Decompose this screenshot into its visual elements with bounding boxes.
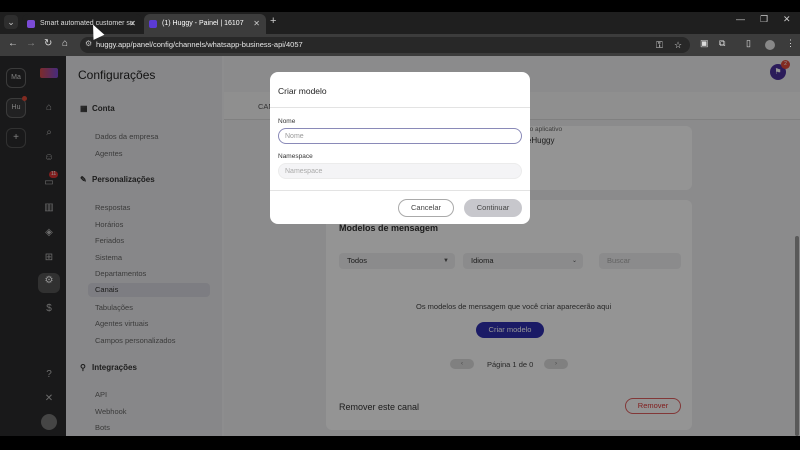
browser-menu-icon[interactable]: ⋮	[786, 38, 795, 49]
close-window-icon[interactable]: ✕	[783, 14, 791, 25]
restore-icon[interactable]: ❐	[760, 14, 768, 25]
new-tab-icon[interactable]: +	[270, 15, 276, 27]
tab-label: Smart automated customer su	[40, 20, 134, 27]
url-text: huggy.app/panel/config/channels/whatsapp…	[96, 40, 303, 49]
modal-title: Criar modelo	[278, 86, 327, 96]
forward-icon[interactable]: →	[26, 38, 36, 49]
site-info-icon[interactable]: ⚙	[85, 39, 92, 48]
extensions-puzzle-icon[interactable]: ⧉	[719, 38, 725, 49]
tab-close-icon[interactable]: ✕	[129, 14, 136, 34]
tab-close-icon[interactable]: ✕	[253, 14, 260, 34]
tab-bar: ⌄ Smart automated customer su ✕ (1) Hugg…	[0, 12, 800, 34]
create-template-modal: Criar modelo Nome Nome Namespace Namespa…	[270, 72, 530, 224]
extension-icon[interactable]: ▣	[700, 38, 709, 49]
modal-divider	[270, 190, 530, 191]
browser-toolbar: ← → ↻ ⌂ ⚙ huggy.app/panel/config/channel…	[0, 34, 800, 56]
password-key-icon[interactable]: ⚿	[656, 40, 663, 51]
side-panel-icon[interactable]: ▯	[746, 38, 751, 49]
namespace-input[interactable]: Namespace	[278, 163, 522, 179]
browser-window: ⌄ Smart automated customer su ✕ (1) Hugg…	[0, 0, 800, 450]
tab-favicon-icon	[27, 20, 35, 28]
tab-favicon-icon	[149, 20, 157, 28]
tab-label: (1) Huggy - Painel | 16107	[162, 20, 244, 27]
address-bar[interactable]: ⚙ huggy.app/panel/config/channels/whatsa…	[80, 37, 690, 53]
back-icon[interactable]: ←	[8, 38, 18, 49]
namespace-label: Namespace	[278, 153, 313, 160]
reload-icon[interactable]: ↻	[44, 38, 52, 49]
cancel-button[interactable]: Cancelar	[398, 199, 454, 217]
app-area: Ma Hu + ⌂ ⌕ ☺ ▭ 11 ▥ ◈ ⊞ ⚙ $ ? ✕ Configu…	[0, 56, 800, 436]
bookmark-star-icon[interactable]: ☆	[674, 40, 682, 51]
modal-divider	[270, 107, 530, 108]
name-input[interactable]: Nome	[278, 128, 522, 144]
minimize-icon[interactable]: —	[736, 14, 745, 24]
continue-button[interactable]: Continuar	[464, 199, 522, 217]
browser-tab[interactable]: Smart automated customer su ✕	[22, 14, 142, 34]
name-label: Nome	[278, 118, 296, 125]
browser-tab-active[interactable]: (1) Huggy - Painel | 16107 ✕	[144, 14, 266, 34]
home-button-icon[interactable]: ⌂	[62, 38, 68, 49]
tab-search-dropdown[interactable]: ⌄	[4, 15, 18, 29]
profile-avatar[interactable]	[765, 40, 775, 50]
